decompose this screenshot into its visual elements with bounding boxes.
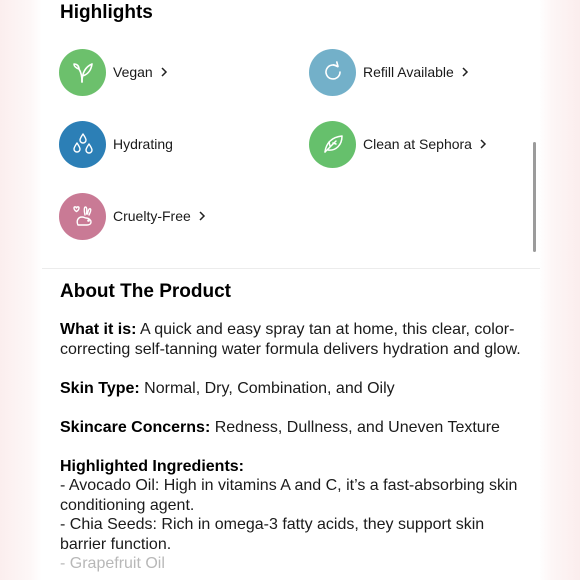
about-product-body: What it is: A quick and easy spray tan a… (60, 320, 530, 574)
highlight-clean-label: Clean at Sephora (363, 136, 472, 152)
highlight-refill-label: Refill Available (363, 64, 454, 80)
ingredient-item: - Chia Seeds: Rich in omega-3 fatty acid… (60, 516, 485, 553)
chevron-right-icon (480, 139, 487, 149)
skincare-concerns-label: Skincare Concerns: (60, 418, 211, 436)
highlight-clean-at-sephora[interactable]: Clean at Sephora (309, 120, 487, 168)
ingredient-item: - Avocado Oil: High in vitamins A and C,… (60, 477, 518, 514)
skincare-concerns-paragraph: Skincare Concerns: Redness, Dullness, an… (60, 418, 530, 438)
section-divider (42, 268, 540, 269)
highlight-vegan-label: Vegan (113, 64, 153, 80)
product-details-panel: Highlights Vegan Refill Available Hydrat… (42, 0, 540, 580)
ingredients-label: Highlighted Ingredients: (60, 457, 244, 475)
bunny-icon (59, 192, 106, 240)
ingredients-section: Highlighted Ingredients: - Avocado Oil: … (60, 457, 530, 574)
about-product-heading: About The Product (60, 281, 231, 302)
what-it-is-paragraph: What it is: A quick and easy spray tan a… (60, 320, 530, 359)
ingredient-item: - Grapefruit Oil (60, 555, 165, 572)
sprout-icon (59, 48, 106, 96)
chevron-right-icon (161, 67, 167, 77)
highlight-cruelty-free[interactable]: Cruelty-Free (59, 192, 206, 240)
skin-type-label: Skin Type: (60, 379, 140, 397)
skin-type-text: Normal, Dry, Combination, and Oily (139, 379, 395, 397)
skin-type-paragraph: Skin Type: Normal, Dry, Combination, and… (60, 379, 530, 399)
chevron-right-icon (462, 67, 468, 77)
highlights-heading: Highlights (60, 2, 153, 23)
water-drops-icon (59, 120, 106, 168)
refill-icon (309, 48, 356, 96)
highlight-refill-available[interactable]: Refill Available (309, 48, 469, 96)
highlight-hydrating[interactable]: Hydrating (59, 120, 173, 168)
what-it-is-label: What it is: (60, 321, 137, 338)
leaf-icon (309, 120, 356, 168)
highlight-vegan[interactable]: Vegan (59, 48, 168, 96)
highlight-hydrating-label: Hydrating (113, 136, 173, 152)
scrollbar[interactable] (533, 142, 536, 252)
highlight-cruelty-free-label: Cruelty-Free (113, 208, 191, 224)
chevron-right-icon (199, 211, 205, 221)
skincare-concerns-text: Redness, Dullness, and Uneven Texture (210, 418, 500, 436)
